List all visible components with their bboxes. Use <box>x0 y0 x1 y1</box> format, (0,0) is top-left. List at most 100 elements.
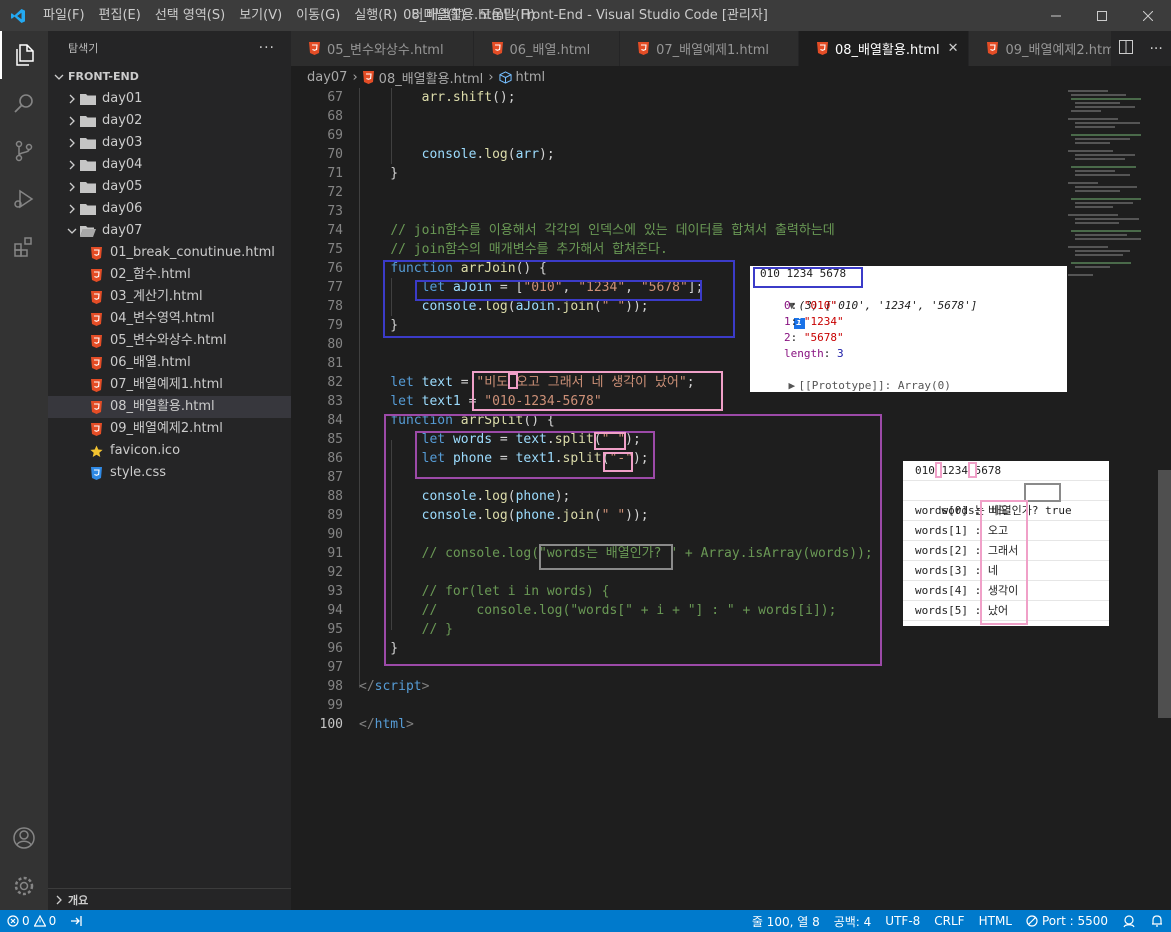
folder-open-icon <box>80 225 96 237</box>
vertical-scrollbar[interactable] <box>1158 470 1171 718</box>
folder-open-day07[interactable]: day07 <box>48 220 291 242</box>
menu-run[interactable]: 실행(R) <box>347 0 404 31</box>
code-token: "비도 오고 그래서 네 생각이 났어" <box>476 375 687 390</box>
line-ending[interactable]: CRLF <box>927 914 971 928</box>
tab-5[interactable]: 05_변수와상수.html✕ <box>291 31 474 66</box>
line-number: 97 <box>327 660 343 675</box>
code-token: "1234" <box>578 280 626 295</box>
file-item[interactable]: 08_배열활용.html <box>48 396 291 418</box>
word-entry: words[4] : 생각이 <box>903 581 1109 601</box>
folder-day03[interactable]: day03 <box>48 132 291 154</box>
run-debug-icon[interactable] <box>0 175 48 223</box>
html5-file-icon <box>816 42 828 55</box>
file-item[interactable]: 04_변수영역.html <box>48 308 291 330</box>
status-bar: 0 0 줄 100, 열 8 공백: 4 UTF-8 CRLF HTML Por… <box>0 910 1171 932</box>
maximize-icon[interactable] <box>1079 0 1125 31</box>
code-token: script <box>374 679 422 694</box>
encoding[interactable]: UTF-8 <box>878 914 927 928</box>
more-actions-icon[interactable]: ··· <box>1149 41 1162 57</box>
entry-value: "5678" <box>803 331 844 344</box>
folder-day05[interactable]: day05 <box>48 176 291 198</box>
account-icon[interactable] <box>0 814 48 862</box>
code-token: . <box>554 299 563 314</box>
minimap[interactable] <box>1063 88 1158 288</box>
breadcrumb-symbol[interactable]: html <box>516 70 546 85</box>
html5-file-icon <box>88 378 104 392</box>
html5-file-icon <box>88 400 104 414</box>
array-summary-row[interactable]: ▼ (3) ['010', '1234', '5678'] i <box>750 282 1067 329</box>
minimize-icon[interactable] <box>1033 0 1079 31</box>
extensions-icon[interactable] <box>0 223 48 271</box>
folder-day04[interactable]: day04 <box>48 154 291 176</box>
error-icon <box>7 915 19 927</box>
feedback-icon[interactable] <box>1115 914 1143 928</box>
menu-go[interactable]: 이동(G) <box>289 0 347 31</box>
file-item[interactable]: 07_배열예제1.html <box>48 374 291 396</box>
file-item[interactable]: favicon.ico <box>48 440 291 462</box>
menu-file[interactable]: 파일(F) <box>36 0 92 31</box>
line-number: 69 <box>327 128 343 143</box>
line-number: 80 <box>327 337 343 352</box>
file-item[interactable]: 02_함수.html <box>48 264 291 286</box>
file-item[interactable]: 06_배열.html <box>48 352 291 374</box>
tab-6[interactable]: 06_배열.html✕ <box>473 31 621 66</box>
minimap-preview <box>1068 90 1141 276</box>
prototype-row[interactable]: ▶ [[Prototype]]: Array(0) <box>750 362 1067 392</box>
folder-label: day05 <box>102 179 143 194</box>
menu-terminal[interactable]: 터미널(T) <box>404 0 472 31</box>
indentation[interactable]: 공백: 4 <box>827 913 879 930</box>
tab-8[interactable]: 08_배열활용.html ✕ <box>798 31 970 66</box>
source-control-icon[interactable] <box>0 127 48 175</box>
folder-day06[interactable]: day06 <box>48 198 291 220</box>
close-icon[interactable] <box>1125 0 1171 31</box>
html5-file-icon <box>638 42 650 55</box>
outline-section[interactable]: 개요 <box>48 888 291 910</box>
code-token: ); <box>632 451 649 466</box>
menu-selection[interactable]: 선택 영역(S) <box>148 0 232 31</box>
file-item[interactable]: style.css <box>48 462 291 484</box>
problems-indicator[interactable]: 0 0 <box>0 914 63 928</box>
notifications-bell-icon[interactable] <box>1143 914 1171 928</box>
folder-day02[interactable]: day02 <box>48 110 291 132</box>
split-editor-icon[interactable] <box>1119 39 1134 58</box>
menu-edit[interactable]: 편집(E) <box>92 0 148 31</box>
live-server-port[interactable]: Port : 5500 <box>1019 914 1115 928</box>
line-number: 79 <box>327 318 343 333</box>
entry-colon: : <box>790 299 804 312</box>
language-mode[interactable]: HTML <box>972 914 1019 928</box>
cursor-position[interactable]: 줄 100, 열 8 <box>745 913 827 930</box>
file-item[interactable]: 03_계산기.html <box>48 286 291 308</box>
live-share-icon[interactable] <box>63 915 91 927</box>
explorer-icon[interactable] <box>0 31 48 79</box>
code-token: let <box>390 394 414 409</box>
breadcrumb-folder[interactable]: day07 <box>307 70 347 85</box>
file-item[interactable]: 01_break_conutinue.html <box>48 242 291 264</box>
explorer-sidebar: 탐색기 ··· FRONT-END day01 day02 day03 day04 da… <box>48 31 291 910</box>
line-number: 98 <box>327 679 343 694</box>
workspace-section[interactable]: FRONT-END <box>48 66 291 88</box>
breadcrumb-file[interactable]: 08_배열활용.html <box>379 68 484 87</box>
tab-7[interactable]: 07_배열예제1.html✕ <box>620 31 799 66</box>
file-item[interactable]: 05_변수와상수.html <box>48 330 291 352</box>
menu-view[interactable]: 보기(V) <box>232 0 289 31</box>
more-actions-icon[interactable]: ··· <box>259 31 275 66</box>
code-line: // join함수를 이용해서 각각의 인덱스에 있는 데이터를 합쳐서 출력하… <box>359 221 1059 240</box>
file-item[interactable]: 09_배열예제2.html <box>48 418 291 440</box>
phone-output: 010 1234 5678 <box>903 461 1109 481</box>
word-value: 그래서 <box>987 544 1019 557</box>
settings-gear-icon[interactable] <box>0 862 48 910</box>
menu-help[interactable]: 도움말(H) <box>472 0 542 31</box>
search-icon[interactable] <box>0 79 48 127</box>
close-icon[interactable]: ✕ <box>948 41 959 56</box>
code-token: arr.shift <box>421 90 493 105</box>
folder-day01[interactable]: day01 <box>48 88 291 110</box>
file-label: 03_계산기.html <box>110 289 203 304</box>
